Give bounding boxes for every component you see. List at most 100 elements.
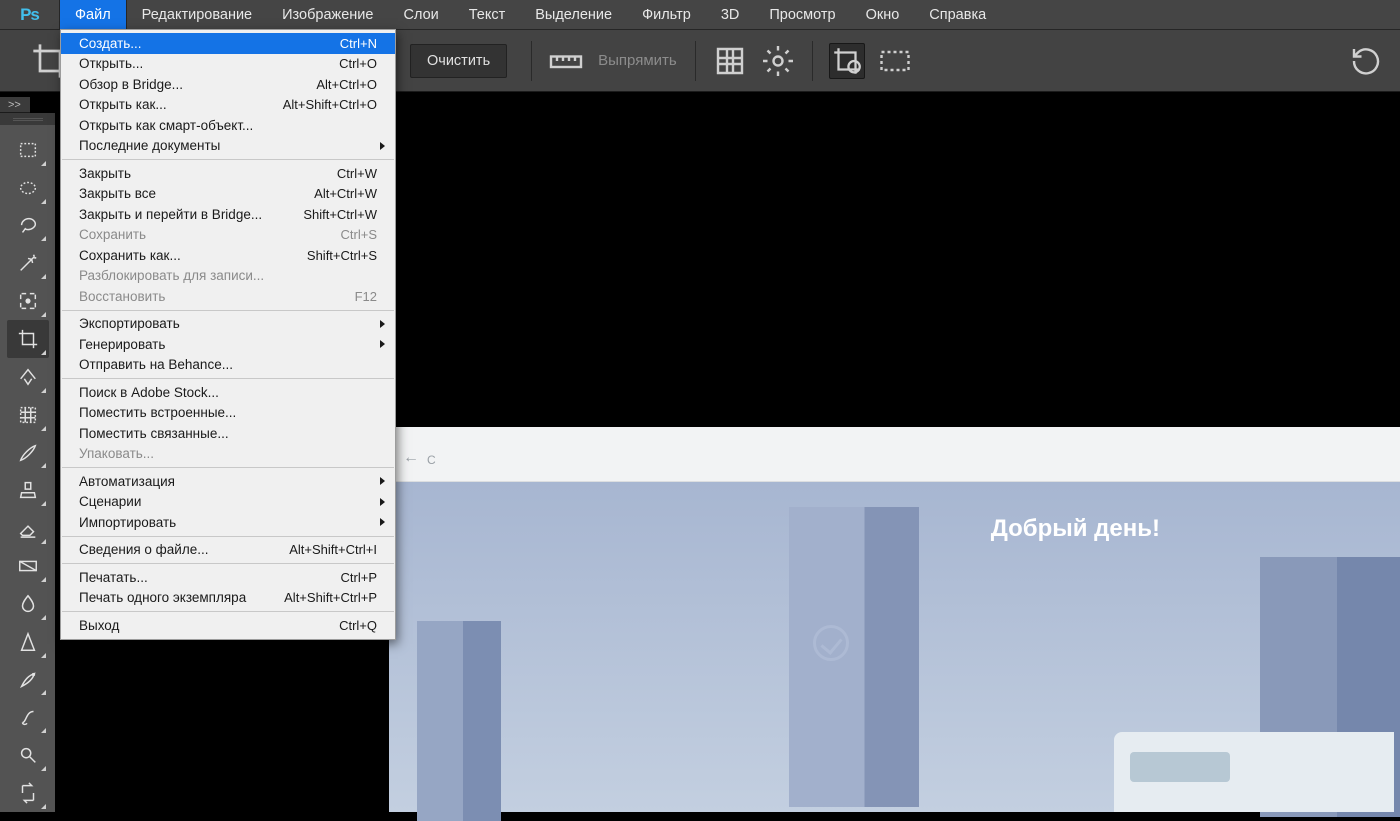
- menu-bar: Ps ФайлРедактированиеИзображениеСлоиТекс…: [0, 0, 1400, 29]
- menu-item-label: Отправить на Behance...: [79, 357, 377, 372]
- menu-item[interactable]: Открыть как...Alt+Shift+Ctrl+O: [61, 95, 395, 116]
- menu-item[interactable]: Поместить встроенные...: [61, 403, 395, 424]
- delete-cropped-icon[interactable]: [829, 43, 865, 79]
- menu-item[interactable]: ВыходCtrl+Q: [61, 615, 395, 636]
- menu-выделение[interactable]: Выделение: [520, 0, 627, 29]
- tool-sharpen[interactable]: [7, 623, 49, 661]
- tool-swap[interactable]: [7, 774, 49, 812]
- menu-item-shortcut: Ctrl+N: [340, 36, 377, 51]
- tool-palette: [0, 125, 55, 812]
- menu-separator: [62, 536, 394, 537]
- menu-item-label: Генерировать: [79, 337, 377, 352]
- tool-crop[interactable]: [7, 320, 49, 358]
- separator: [812, 41, 813, 81]
- bench-graphic: [1130, 752, 1230, 782]
- menu-item: ВосстановитьF12: [61, 286, 395, 307]
- menu-item[interactable]: Сценарии: [61, 492, 395, 513]
- tool-marquee-ellipse[interactable]: [7, 169, 49, 207]
- menu-текст[interactable]: Текст: [454, 0, 521, 29]
- menu-item-label: Поместить связанные...: [79, 426, 377, 441]
- menu-фильтр[interactable]: Фильтр: [627, 0, 706, 29]
- clear-button-label: Очистить: [427, 53, 490, 69]
- menu-item-shortcut: Alt+Shift+Ctrl+O: [283, 97, 377, 112]
- tool-eraser[interactable]: [7, 509, 49, 547]
- menu-item-label: Сведения о файле...: [79, 542, 289, 557]
- menu-item[interactable]: Поиск в Adobe Stock...: [61, 382, 395, 403]
- gear-icon[interactable]: [760, 43, 796, 79]
- menu-item[interactable]: Сведения о файле...Alt+Shift+Ctrl+I: [61, 540, 395, 561]
- content-aware-icon[interactable]: [877, 43, 913, 79]
- menu-item-label: Экспортировать: [79, 316, 377, 331]
- menu-separator: [62, 467, 394, 468]
- menu-item[interactable]: Печатать...Ctrl+P: [61, 567, 395, 588]
- menu-редактирование[interactable]: Редактирование: [127, 0, 267, 29]
- tool-frame[interactable]: [7, 396, 49, 434]
- tool-blur[interactable]: [7, 585, 49, 623]
- menu-просмотр[interactable]: Просмотр: [754, 0, 850, 29]
- menu-item: Разблокировать для записи...: [61, 266, 395, 287]
- check-circle-graphic: [813, 625, 849, 661]
- menu-item[interactable]: Открыть как смарт-объект...: [61, 115, 395, 136]
- ruler-straighten-icon[interactable]: [548, 43, 584, 79]
- tool-gradient[interactable]: [7, 547, 49, 585]
- submenu-arrow-icon: [380, 142, 385, 150]
- menu-item-label: Закрыть и перейти в Bridge...: [79, 207, 303, 222]
- menu-окно[interactable]: Окно: [851, 0, 915, 29]
- menu-слои[interactable]: Слои: [388, 0, 453, 29]
- menu-separator: [62, 159, 394, 160]
- separator: [531, 41, 532, 81]
- menu-файл[interactable]: Файл: [60, 0, 127, 29]
- building-graphic: [417, 621, 501, 821]
- tool-dodge[interactable]: [7, 736, 49, 774]
- menu-item[interactable]: Создать...Ctrl+N: [61, 33, 395, 54]
- menu-item[interactable]: Обзор в Bridge...Alt+Ctrl+O: [61, 74, 395, 95]
- menu-item[interactable]: Экспортировать: [61, 314, 395, 335]
- menu-item-shortcut: Alt+Shift+Ctrl+I: [289, 542, 377, 557]
- tool-marquee-rect[interactable]: [7, 131, 49, 169]
- toolbar-grip[interactable]: [0, 113, 55, 125]
- tool-stamp[interactable]: [7, 471, 49, 509]
- menu-item-label: Открыть как...: [79, 97, 283, 112]
- document-image: C Добрый день!: [389, 427, 1400, 812]
- tool-quick-select[interactable]: [7, 282, 49, 320]
- menu-item[interactable]: ЗакрытьCtrl+W: [61, 163, 395, 184]
- menu-3d[interactable]: 3D: [706, 0, 755, 29]
- tool-magic-wand[interactable]: [7, 244, 49, 282]
- straighten-label[interactable]: Выпрямить: [598, 52, 677, 69]
- menu-item-label: Закрыть: [79, 166, 337, 181]
- tool-pen[interactable]: [7, 661, 49, 699]
- menu-separator: [62, 378, 394, 379]
- reset-icon[interactable]: [1348, 43, 1384, 79]
- menu-item: Упаковать...: [61, 444, 395, 465]
- menu-item-shortcut: Alt+Shift+Ctrl+P: [284, 590, 377, 605]
- menu-item-shortcut: Ctrl+O: [339, 56, 377, 71]
- tool-slice[interactable]: [7, 358, 49, 396]
- menu-item[interactable]: Автоматизация: [61, 471, 395, 492]
- menu-item[interactable]: Последние документы: [61, 136, 395, 157]
- menu-item[interactable]: Сохранить как...Shift+Ctrl+S: [61, 245, 395, 266]
- menu-item[interactable]: Генерировать: [61, 334, 395, 355]
- clear-button[interactable]: Очистить: [410, 44, 507, 78]
- tool-lasso[interactable]: [7, 207, 49, 245]
- menu-item[interactable]: Отправить на Behance...: [61, 355, 395, 376]
- menu-separator: [62, 310, 394, 311]
- grid-overlay-icon[interactable]: [712, 43, 748, 79]
- menu-item-shortcut: Ctrl+P: [341, 570, 377, 585]
- menu-item-shortcut: Ctrl+W: [337, 166, 377, 181]
- menu-item-shortcut: Ctrl+S: [341, 227, 377, 242]
- tool-brush[interactable]: [7, 434, 49, 472]
- menu-item[interactable]: Импортировать: [61, 512, 395, 533]
- menu-item-label: Поиск в Adobe Stock...: [79, 385, 377, 400]
- menu-справка[interactable]: Справка: [914, 0, 1001, 29]
- menu-item[interactable]: Печать одного экземпляраAlt+Shift+Ctrl+P: [61, 588, 395, 609]
- submenu-arrow-icon: [380, 320, 385, 328]
- tool-smudge[interactable]: [7, 698, 49, 736]
- expand-panel-tab[interactable]: >>: [0, 97, 30, 113]
- menu-item[interactable]: Открыть...Ctrl+O: [61, 54, 395, 75]
- menu-item[interactable]: Закрыть всеAlt+Ctrl+W: [61, 184, 395, 205]
- menu-item[interactable]: Поместить связанные...: [61, 423, 395, 444]
- app-logo[interactable]: Ps: [0, 0, 60, 29]
- submenu-arrow-icon: [380, 518, 385, 526]
- menu-изображение[interactable]: Изображение: [267, 0, 388, 29]
- menu-item[interactable]: Закрыть и перейти в Bridge...Shift+Ctrl+…: [61, 204, 395, 225]
